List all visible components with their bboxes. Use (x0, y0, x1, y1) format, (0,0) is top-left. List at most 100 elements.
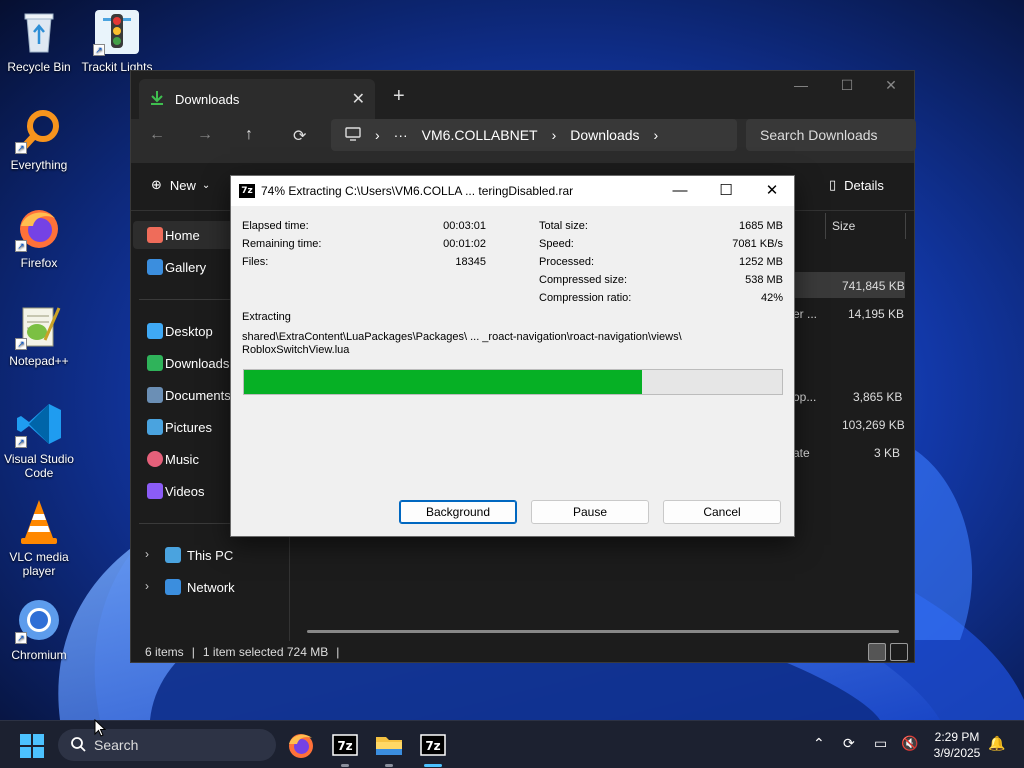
tab-downloads[interactable]: Downloads ✕ (139, 79, 375, 119)
desktop-icon-label: Notepad++ (9, 354, 69, 368)
column-header-size[interactable]: Size (825, 213, 905, 239)
table-row-size[interactable]: 3,865 KB (853, 390, 902, 404)
total-size-value: 1685 MB (738, 220, 783, 232)
close-window-button[interactable]: ✕ (871, 77, 911, 97)
dialog-maximize-button[interactable]: ☐ (703, 176, 749, 206)
chevron-right-icon: › (653, 127, 659, 143)
notification-bell-icon[interactable]: 🔔 (988, 735, 1005, 752)
forward-arrow-icon[interactable]: → (197, 126, 213, 144)
taskbar-firefox-icon[interactable] (285, 729, 317, 761)
table-row-partial[interactable]: er ... (793, 307, 817, 321)
clock-time: 2:29 PM (934, 730, 980, 744)
maximize-button[interactable]: ☐ (827, 77, 867, 97)
speaker-muted-icon[interactable]: 🔇 (901, 735, 918, 752)
taskbar-7zip-active-icon[interactable]: 7z (417, 729, 449, 761)
dialog-minimize-button[interactable]: — (657, 176, 703, 206)
network-monitor-icon[interactable]: ▭ (874, 735, 887, 752)
column-divider (905, 213, 906, 239)
firefox-icon: ↗ (15, 204, 63, 252)
breadcrumb-vm6-collabnet[interactable]: VM6.COLLABNET (422, 127, 538, 143)
horizontal-scrollbar[interactable] (307, 630, 899, 633)
speed-label: Speed: (539, 238, 574, 250)
table-row-partial[interactable]: op... (793, 390, 816, 404)
sidebar-item-label: Pictures (165, 419, 212, 435)
shortcut-arrow-icon: ↗ (93, 44, 105, 56)
back-arrow-icon[interactable]: ← (149, 126, 165, 144)
windows-start-icon[interactable] (20, 734, 44, 761)
minimize-button[interactable]: — (781, 77, 821, 97)
pause-button[interactable]: Pause (531, 500, 649, 524)
sidebar-item-label: Network (187, 579, 235, 595)
documents-folder-icon (147, 387, 163, 403)
chevron-right-icon[interactable]: › (145, 547, 149, 561)
new-tab-plus-icon[interactable]: + (393, 85, 405, 108)
desktop-icon-recycle-bin[interactable]: Recycle Bin (0, 8, 78, 74)
desktop-icon-label: Visual Studio Code (4, 452, 74, 480)
refresh-icon[interactable]: ⟳ (293, 126, 306, 146)
monitor-icon (345, 126, 361, 144)
status-bar: 6 items | 1 item selected 724 MB | (131, 641, 914, 663)
total-size-label: Total size: (539, 220, 588, 232)
traffic-light-icon: ↗ (93, 8, 141, 56)
notepad-plus-plus-icon: ↗ (15, 302, 63, 350)
table-row-size[interactable]: 14,195 KB (848, 307, 904, 321)
compression-ratio-value: 42% (760, 292, 783, 304)
chevron-right-icon: › (375, 127, 380, 143)
download-arrow-icon (149, 90, 165, 109)
this-pc-icon (165, 547, 181, 563)
desktop-icon-vlc[interactable]: VLC media player (0, 498, 78, 578)
chevron-up-icon[interactable]: ⌃ (813, 735, 825, 752)
table-row-size[interactable]: 3 KB (874, 446, 900, 460)
sidebar-item-network[interactable]: › Network (133, 573, 287, 601)
search-input[interactable]: Search Downloads (746, 119, 916, 151)
tiles-view-icon[interactable] (890, 643, 908, 661)
desktop-icon-trackit-lights[interactable]: ↗ Trackit Lights (78, 8, 156, 74)
seven-zip-icon: 7z (239, 184, 255, 198)
dialog-close-button[interactable]: ✕ (749, 176, 795, 206)
compression-ratio-label: Compression ratio: (539, 292, 632, 304)
taskbar-7zip-icon[interactable]: 7z (329, 729, 361, 761)
sidebar-item-label: Documents (165, 387, 231, 403)
desktop-icon-label: Firefox (20, 256, 58, 270)
up-arrow-icon[interactable]: ↑ (245, 126, 253, 144)
taskbar: Search 7z 7z ⌃ ⟳ ▭ 🔇 2:29 PM 3/9/2025 🔔 (0, 720, 1024, 768)
table-row-size[interactable]: 741,845 KB (842, 279, 905, 293)
dialog-title-bar[interactable]: 7z 74% Extracting C:\Users\VM6.COLLA ...… (231, 176, 794, 206)
chevron-right-icon[interactable]: › (145, 579, 149, 593)
desktop-icon-firefox[interactable]: ↗ Firefox (0, 204, 78, 270)
breadcrumb-downloads[interactable]: Downloads (570, 127, 639, 143)
compressed-size-label: Compressed size: (539, 274, 628, 286)
details-pane-icon: ▯ (829, 177, 837, 192)
home-icon (147, 227, 163, 243)
details-view-icon[interactable] (868, 643, 886, 661)
taskbar-search-box[interactable]: Search (58, 729, 276, 761)
new-button[interactable]: ⊕ New ⌄ (151, 177, 210, 193)
details-button[interactable]: ▯ Details (829, 177, 884, 193)
table-row-partial[interactable]: ate (793, 446, 810, 460)
shortcut-arrow-icon: ↗ (15, 142, 27, 154)
music-folder-icon (147, 451, 163, 467)
desktop-icon-notepad-plus-plus[interactable]: ↗ Notepad++ (0, 302, 78, 368)
desktop-icon-everything[interactable]: ↗ Everything (0, 106, 78, 172)
tab-close-icon[interactable]: ✕ (352, 89, 365, 109)
taskbar-clock[interactable]: 2:29 PM 3/9/2025 (930, 729, 984, 761)
sidebar-item-label: This PC (187, 547, 234, 563)
speed-value: 7081 KB/s (732, 238, 783, 250)
sidebar-item-label: Music (165, 451, 199, 467)
cancel-button[interactable]: Cancel (663, 500, 781, 524)
sidebar-item-label: Home (165, 227, 200, 243)
desktop-icon-vscode[interactable]: ↗ Visual Studio Code (0, 400, 78, 480)
sidebar-item-this-pc[interactable]: › This PC (133, 541, 287, 569)
address-bar[interactable]: › ··· VM6.COLLABNET › Downloads › (331, 119, 737, 151)
desktop-icon-chromium[interactable]: ↗ Chromium (0, 596, 78, 662)
desktop-icon-label: Recycle Bin (7, 60, 71, 74)
chevron-right-icon: › (551, 127, 557, 143)
breadcrumb-ellipsis[interactable]: ··· (394, 127, 408, 143)
background-button[interactable]: Background (399, 500, 517, 524)
vlc-cone-icon (15, 498, 63, 546)
sync-icon[interactable]: ⟳ (843, 735, 855, 752)
network-icon (165, 579, 181, 595)
status-selection: 1 item selected 724 MB (202, 645, 329, 659)
table-row-size[interactable]: 103,269 KB (842, 418, 905, 432)
taskbar-file-explorer-icon[interactable] (373, 729, 405, 761)
